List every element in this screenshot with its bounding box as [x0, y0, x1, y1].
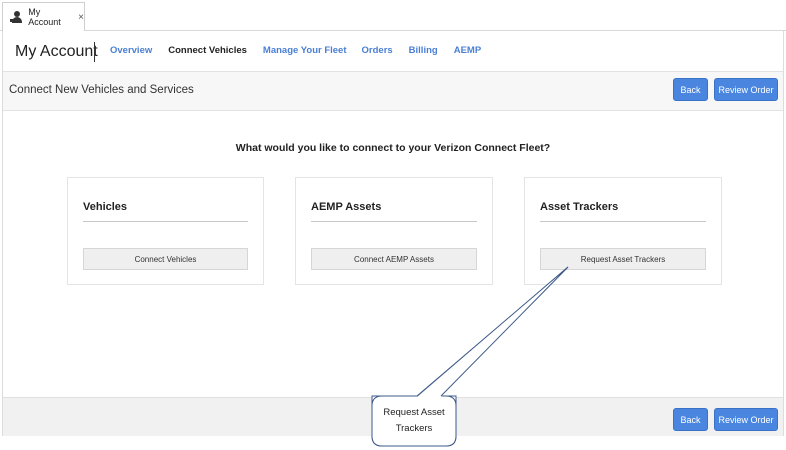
- card-divider: [540, 221, 706, 222]
- subheader-bar: Connect New Vehicles and Services Back R…: [3, 71, 783, 111]
- title-divider: [94, 42, 95, 62]
- back-button[interactable]: Back: [673, 78, 708, 101]
- callout-line-1: Request Asset: [383, 407, 445, 418]
- top-nav: Overview Connect Vehicles Manage Your Fl…: [110, 45, 481, 56]
- card-vehicles: Vehicles Connect Vehicles: [67, 177, 264, 285]
- callout-text: Request Asset Trackers: [372, 405, 456, 437]
- footer-review-order-button[interactable]: Review Order: [714, 408, 778, 431]
- nav-overview[interactable]: Overview: [110, 45, 152, 56]
- callout-line-2: Trackers: [395, 423, 433, 434]
- card-divider: [83, 221, 248, 222]
- user-account-icon: [10, 10, 23, 24]
- main-panel: My Account Overview Connect Vehicles Man…: [2, 31, 784, 436]
- tab-my-account[interactable]: My Account ×: [2, 2, 85, 31]
- nav-connect-vehicles[interactable]: Connect Vehicles: [168, 45, 247, 56]
- card-divider: [311, 221, 477, 222]
- tab-label: My Account: [28, 7, 61, 27]
- card-title: AEMP Assets: [311, 201, 382, 213]
- request-asset-trackers-button[interactable]: Request Asset Trackers: [540, 248, 706, 270]
- tab-strip: My Account ×: [0, 0, 786, 31]
- card-aemp-assets: AEMP Assets Connect AEMP Assets: [295, 177, 493, 285]
- page-header: My Account Overview Connect Vehicles Man…: [3, 31, 783, 71]
- footer-back-button[interactable]: Back: [673, 408, 708, 431]
- connect-vehicles-button[interactable]: Connect Vehicles: [83, 248, 248, 270]
- nav-manage-your-fleet[interactable]: Manage Your Fleet: [263, 45, 347, 56]
- close-icon[interactable]: ×: [78, 12, 84, 23]
- connect-aemp-assets-button[interactable]: Connect AEMP Assets: [311, 248, 477, 270]
- nav-billing[interactable]: Billing: [409, 45, 438, 56]
- nav-orders[interactable]: Orders: [362, 45, 393, 56]
- nav-aemp[interactable]: AEMP: [454, 45, 481, 56]
- page-title: My Account: [15, 43, 98, 60]
- connect-question: What would you like to connect to your V…: [235, 142, 551, 154]
- card-title: Asset Trackers: [540, 201, 619, 213]
- card-title: Vehicles: [83, 201, 128, 213]
- card-asset-trackers: Asset Trackers Request Asset Trackers: [524, 177, 722, 285]
- section-title: Connect New Vehicles and Services: [9, 84, 194, 96]
- review-order-button[interactable]: Review Order: [714, 78, 778, 101]
